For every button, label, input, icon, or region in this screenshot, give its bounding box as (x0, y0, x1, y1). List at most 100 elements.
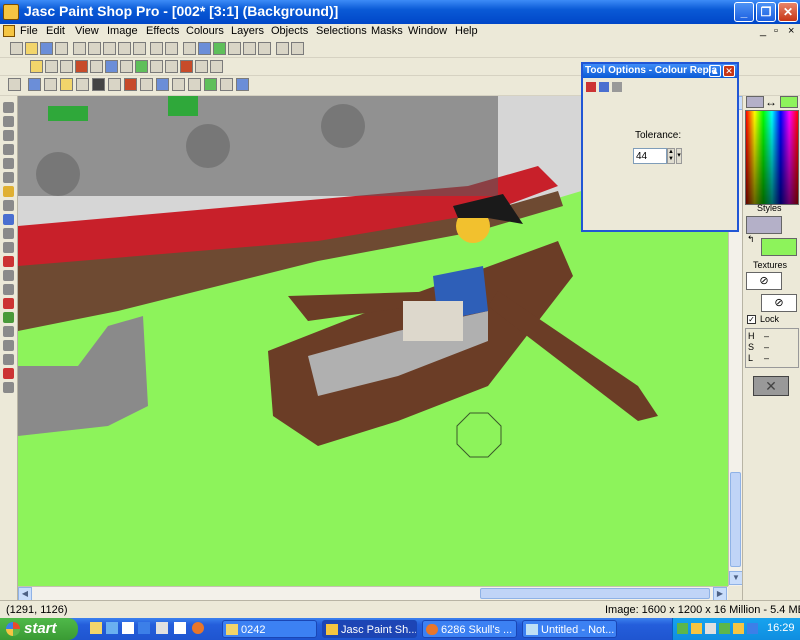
quicklaunch-icon[interactable] (138, 622, 150, 634)
tool-options-tab-icon[interactable] (586, 82, 596, 92)
photo-tool-icon[interactable] (60, 78, 73, 91)
menu-layers[interactable]: Layers (231, 25, 264, 37)
scroll-left-button[interactable]: ◀ (18, 587, 32, 601)
eraser-icon[interactable] (3, 298, 14, 309)
task-notepad[interactable]: Untitled - Not... (522, 620, 617, 638)
photo-tool-icon[interactable] (156, 78, 169, 91)
menu-colours[interactable]: Colours (186, 25, 224, 37)
move-tool-icon[interactable] (3, 158, 14, 169)
open-file-icon[interactable] (25, 42, 38, 55)
effect-icon[interactable] (180, 60, 193, 73)
menu-file[interactable]: File (20, 25, 38, 37)
horizontal-scrollbar[interactable]: ◀ ▶ (18, 586, 728, 601)
deform-tool-icon[interactable] (3, 130, 14, 141)
undo-icon[interactable] (73, 42, 86, 55)
zoom-tool-icon[interactable] (3, 116, 14, 127)
lock-checkbox[interactable]: ✓ (747, 315, 756, 324)
tray-icon[interactable] (733, 623, 744, 634)
menu-masks[interactable]: Masks (371, 25, 403, 37)
retouch-tool-icon[interactable] (3, 270, 14, 281)
colour-picker-spectrum[interactable] (745, 110, 799, 205)
crop-icon[interactable] (150, 42, 163, 55)
swap-colours-icon[interactable]: ↔ (765, 95, 777, 109)
menu-help[interactable]: Help (455, 25, 478, 37)
doc-restore-button[interactable]: ▫ (774, 25, 778, 37)
foreground-style-swatch[interactable] (746, 216, 782, 234)
tray-icon[interactable] (719, 623, 730, 634)
tray-icon[interactable] (705, 623, 716, 634)
cursor-options-tab-icon[interactable] (612, 82, 622, 92)
photo-tool-icon[interactable] (44, 78, 57, 91)
foreground-texture-none-icon[interactable]: ⊘ (746, 272, 782, 290)
menu-selections[interactable]: Selections (316, 25, 367, 37)
effect-icon[interactable] (210, 60, 223, 73)
menu-window[interactable]: Window (408, 25, 447, 37)
crop-tool-icon[interactable] (3, 144, 14, 155)
layers-palette-icon[interactable] (198, 42, 211, 55)
histogram-icon[interactable] (213, 42, 226, 55)
effect-icon[interactable] (75, 60, 88, 73)
tray-icon[interactable] (747, 623, 758, 634)
photo-tool-icon[interactable] (108, 78, 121, 91)
clock[interactable]: 16:29 (767, 622, 795, 634)
background-style-swatch[interactable] (761, 238, 797, 256)
quicklaunch-icon[interactable] (192, 622, 204, 634)
effect-icon[interactable] (30, 60, 43, 73)
effect-icon[interactable] (60, 60, 73, 73)
dropper-tool-icon[interactable] (3, 200, 14, 211)
minimize-button[interactable]: _ (734, 2, 754, 22)
horizontal-scroll-thumb[interactable] (480, 588, 710, 599)
selection-tool-icon[interactable] (3, 172, 14, 183)
tray-icon[interactable] (677, 623, 688, 634)
close-button[interactable]: ✕ (778, 2, 798, 22)
tolerance-slider-button[interactable]: ▾ (676, 148, 682, 164)
effect-icon[interactable] (105, 60, 118, 73)
quicklaunch-icon[interactable] (174, 622, 186, 634)
pan-tool-icon[interactable] (3, 102, 14, 113)
task-0242[interactable]: 0242 (222, 620, 317, 638)
photo-tool-icon[interactable] (172, 78, 185, 91)
overview-icon[interactable] (228, 42, 241, 55)
menu-effects[interactable]: Effects (146, 25, 179, 37)
photo-tool-icon[interactable] (124, 78, 137, 91)
print-icon[interactable] (55, 42, 68, 55)
copy-icon[interactable] (118, 42, 131, 55)
draw-tool-icon[interactable] (3, 368, 14, 379)
effect-icon[interactable] (150, 60, 163, 73)
doc-close-button[interactable]: × (788, 25, 794, 37)
effect-icon[interactable] (120, 60, 133, 73)
quicklaunch-icon[interactable] (122, 622, 134, 634)
task-firefox[interactable]: 6286 Skull's ... (422, 620, 517, 638)
photo-tool-icon[interactable] (188, 78, 201, 91)
doc-minimize-button[interactable]: _ (760, 25, 766, 37)
effect-icon[interactable] (90, 60, 103, 73)
scroll-down-button[interactable]: ▼ (729, 571, 743, 585)
zoom-icon[interactable] (183, 42, 196, 55)
swap-styles-icon[interactable]: ↰ (747, 234, 755, 245)
flood-fill-icon[interactable] (3, 326, 14, 337)
cut-icon[interactable] (103, 42, 116, 55)
photo-tool-icon[interactable] (140, 78, 153, 91)
clone-brush-icon[interactable] (3, 228, 14, 239)
paint-brush-icon[interactable] (3, 214, 14, 225)
tolerance-spinner[interactable]: ▲ ▼ (667, 148, 675, 164)
grid-icon[interactable] (165, 42, 178, 55)
airbrush-icon[interactable] (3, 242, 14, 253)
effect-icon[interactable] (195, 60, 208, 73)
maximize-button[interactable]: ❐ (756, 2, 776, 22)
document-icon[interactable] (3, 25, 15, 37)
scratch-remover-icon[interactable] (3, 284, 14, 295)
object-selector-icon[interactable] (3, 382, 14, 393)
brush-options-tab-icon[interactable] (599, 82, 609, 92)
scroll-right-button[interactable]: ▶ (713, 587, 727, 601)
save-icon[interactable] (40, 42, 53, 55)
start-button[interactable]: start (0, 618, 78, 640)
warning-icon[interactable] (691, 623, 702, 634)
palette-collapse-button[interactable]: ▲ (709, 65, 721, 77)
quicklaunch-icon[interactable] (156, 622, 168, 634)
help-icon[interactable] (276, 42, 289, 55)
context-help-icon[interactable] (291, 42, 304, 55)
menu-objects[interactable]: Objects (271, 25, 308, 37)
background-texture-none-icon[interactable]: ⊘ (761, 294, 797, 312)
photo-tool-icon[interactable] (28, 78, 41, 91)
